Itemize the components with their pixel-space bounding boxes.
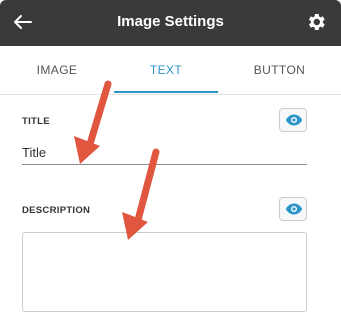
active-tab-indicator bbox=[114, 91, 218, 93]
title-label: TITLE bbox=[22, 116, 50, 127]
gear-icon bbox=[308, 14, 325, 30]
tab-text[interactable]: TEXT bbox=[114, 46, 218, 94]
tab-button[interactable]: BUTTON bbox=[218, 46, 341, 94]
title-input[interactable] bbox=[22, 140, 307, 165]
description-label: DESCRIPTION bbox=[22, 205, 91, 216]
header-bar: Image Settings bbox=[0, 0, 341, 46]
description-visibility-toggle[interactable] bbox=[279, 197, 307, 221]
tab-image[interactable]: IMAGE bbox=[0, 46, 114, 94]
tab-bar: IMAGE TEXT BUTTON bbox=[0, 46, 341, 95]
page-title: Image Settings bbox=[117, 13, 224, 30]
eye-icon bbox=[285, 114, 303, 126]
settings-button[interactable] bbox=[305, 11, 327, 33]
title-visibility-toggle[interactable] bbox=[279, 108, 307, 132]
eye-icon bbox=[285, 203, 303, 215]
description-textarea[interactable] bbox=[22, 232, 307, 312]
